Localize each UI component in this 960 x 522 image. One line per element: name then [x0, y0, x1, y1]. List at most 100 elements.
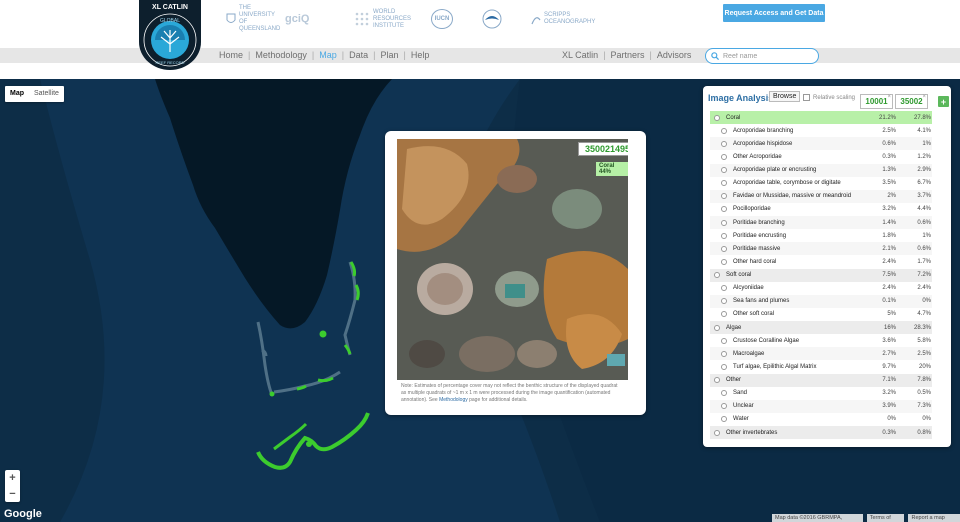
nav-separator: |: [311, 50, 315, 60]
category-row[interactable]: Soft coral 7.5% 7.2%: [710, 268, 932, 282]
category-row[interactable]: Algae 16% 28.3%: [710, 321, 932, 335]
partner-noaa-logo[interactable]: [482, 9, 502, 29]
terms-of-use-link[interactable]: Terms of Use: [866, 514, 905, 522]
subcategory-row[interactable]: Acroporidae hispidose 0.6% 1%: [710, 137, 932, 151]
row-radio[interactable]: [721, 363, 727, 370]
partner-uq-logo[interactable]: THE UNIVERSITY OF QUEENSLAND: [226, 5, 283, 32]
close-icon[interactable]: ×: [922, 94, 926, 100]
map-type-satellite-button[interactable]: Satellite: [29, 86, 64, 102]
nav-help[interactable]: Help: [411, 50, 430, 60]
row-radio[interactable]: [721, 285, 727, 292]
subcategory-row[interactable]: Acroporidae table, corymbose or digitate…: [710, 177, 932, 190]
relative-scaling-checkbox[interactable]: [803, 94, 810, 101]
reef-search-input[interactable]: [723, 52, 813, 60]
row-radio[interactable]: [721, 298, 727, 305]
nav-advisors[interactable]: Advisors: [657, 50, 692, 60]
subcategory-row[interactable]: Sea fans and plumes 0.1% 0%: [710, 294, 932, 308]
zoom-in-button[interactable]: +: [5, 470, 20, 486]
row-radio[interactable]: [721, 127, 727, 134]
subcategory-row[interactable]: Pocilloporidae 3.2% 4.4%: [710, 203, 932, 216]
compare-id-tab[interactable]: 35002 ×: [895, 94, 928, 109]
request-access-button[interactable]: Request Access and Get Data: [723, 4, 825, 22]
reef-dot[interactable]: [319, 330, 327, 338]
compare-id-tab[interactable]: 10001 ×: [860, 94, 893, 109]
row-radio[interactable]: [721, 232, 727, 239]
partner-iucn-logo[interactable]: IUCN: [431, 9, 453, 29]
category-row[interactable]: Other invertebrates 0.3% 0.8%: [710, 426, 932, 440]
row-radio[interactable]: [721, 258, 727, 265]
row-radio[interactable]: [721, 206, 727, 213]
partner-gciq-logo[interactable]: gciQ: [285, 10, 309, 28]
nav-plan[interactable]: Plan: [380, 50, 398, 60]
nav-map[interactable]: Map: [319, 50, 337, 60]
category-row[interactable]: Coral 21.2% 27.8%: [710, 111, 932, 125]
row-value-first: 2.1%: [882, 245, 896, 252]
map-type-control: Map Satellite: [5, 86, 64, 102]
methodology-link[interactable]: Methodology: [439, 397, 468, 403]
row-radio[interactable]: [721, 403, 727, 410]
quadrat-photo[interactable]: 350021495 Coral 44%: [397, 139, 628, 380]
row-radio[interactable]: [721, 311, 727, 318]
row-radio[interactable]: [721, 416, 727, 423]
category-row[interactable]: Other 7.1% 7.8%: [710, 373, 932, 387]
partner-iucn-text: IUCN: [431, 9, 453, 29]
subcategory-row[interactable]: Alcyoniidae 2.4% 2.4%: [710, 282, 932, 295]
row-radio[interactable]: [721, 390, 727, 397]
nav-xl-catlin[interactable]: XL Catlin: [562, 50, 598, 60]
row-label: Coral: [726, 114, 741, 121]
row-value-second: 2.4%: [917, 285, 931, 292]
row-radio[interactable]: [721, 350, 727, 357]
reef-dot[interactable]: [306, 441, 312, 447]
google-logo: Google: [4, 508, 42, 520]
xl-catlin-global-reef-record-logo[interactable]: XL CATLIN GLOBAL REEF RECORD: [139, 0, 201, 70]
row-radio[interactable]: [721, 193, 727, 200]
row-radio[interactable]: [721, 180, 727, 187]
subcategory-row[interactable]: Poritidae encrusting 1.8% 1%: [710, 229, 932, 242]
reef-search-box[interactable]: [705, 48, 819, 64]
nav-data[interactable]: Data: [349, 50, 368, 60]
relative-scaling-toggle[interactable]: Relative scaling: [803, 94, 855, 101]
subcategory-row[interactable]: Macroalgae 2.7% 2.5%: [710, 347, 932, 361]
subcategory-row[interactable]: Turf algae, Epilithic Algal Matrix 9.7% 20…: [710, 360, 932, 373]
subcategory-row[interactable]: Poritidae branching 1.4% 0.6%: [710, 216, 932, 230]
row-radio[interactable]: [721, 167, 727, 173]
subcategory-row[interactable]: Water 0% 0%: [710, 413, 932, 426]
subcategory-row[interactable]: Other Acroporidae 0.3% 1.2%: [710, 150, 932, 163]
close-icon[interactable]: ×: [887, 94, 891, 100]
nav-methodology[interactable]: Methodology: [255, 50, 307, 60]
row-label: Sea fans and plumes: [733, 298, 790, 305]
row-radio[interactable]: [721, 337, 727, 344]
report-map-error-link[interactable]: Report a map error: [908, 514, 960, 522]
reef-dot[interactable]: [269, 391, 275, 397]
nav-home[interactable]: Home: [219, 50, 243, 60]
map-type-map-button[interactable]: Map: [5, 86, 29, 102]
subcategory-row[interactable]: Acroporidae plate or encrusting 1.3% 2.9%: [710, 163, 932, 177]
subcategory-row[interactable]: Other soft coral 5% 4.7%: [710, 308, 932, 321]
subcategory-row[interactable]: Favidae or Mussidae, massive or meandroi…: [710, 189, 932, 203]
row-value-first: 2.4%: [882, 285, 896, 292]
row-radio[interactable]: [714, 324, 720, 331]
add-comparison-button[interactable]: +: [938, 96, 949, 107]
nav-partners[interactable]: Partners: [611, 50, 645, 60]
row-radio[interactable]: [714, 114, 720, 121]
row-radio[interactable]: [721, 245, 727, 252]
subcategory-row[interactable]: Crustose Coralline Algae 3.6% 5.8%: [710, 334, 932, 347]
subcategory-row[interactable]: Sand 3.2% 0.5%: [710, 387, 932, 400]
subcategory-row[interactable]: Unclear 3.9% 7.3%: [710, 399, 932, 413]
subcategory-row[interactable]: Acroporidae branching 2.5% 4.1%: [710, 124, 932, 137]
row-value-second: 6.7%: [917, 180, 931, 187]
subcategory-row[interactable]: Poritidae massive 2.1% 0.6%: [710, 242, 932, 256]
zoom-out-button[interactable]: −: [5, 486, 20, 502]
secondary-nav: XL Catlin | Partners | Advisors: [562, 50, 691, 60]
row-radio[interactable]: [721, 140, 727, 147]
row-radio[interactable]: [714, 429, 720, 436]
row-radio[interactable]: [714, 272, 720, 278]
partner-sio-logo[interactable]: SCRIPPS OCEANOGRAPHY: [531, 10, 595, 28]
row-value-second: 28.3%: [913, 324, 931, 331]
row-radio[interactable]: [721, 153, 727, 160]
row-radio[interactable]: [714, 377, 720, 383]
partner-wri-logo[interactable]: WORLD RESOURCES INSTITUTE: [354, 9, 411, 29]
browse-button[interactable]: Browse: [769, 91, 801, 102]
subcategory-row[interactable]: Other hard coral 2.4% 1.7%: [710, 255, 932, 268]
row-radio[interactable]: [721, 219, 727, 226]
